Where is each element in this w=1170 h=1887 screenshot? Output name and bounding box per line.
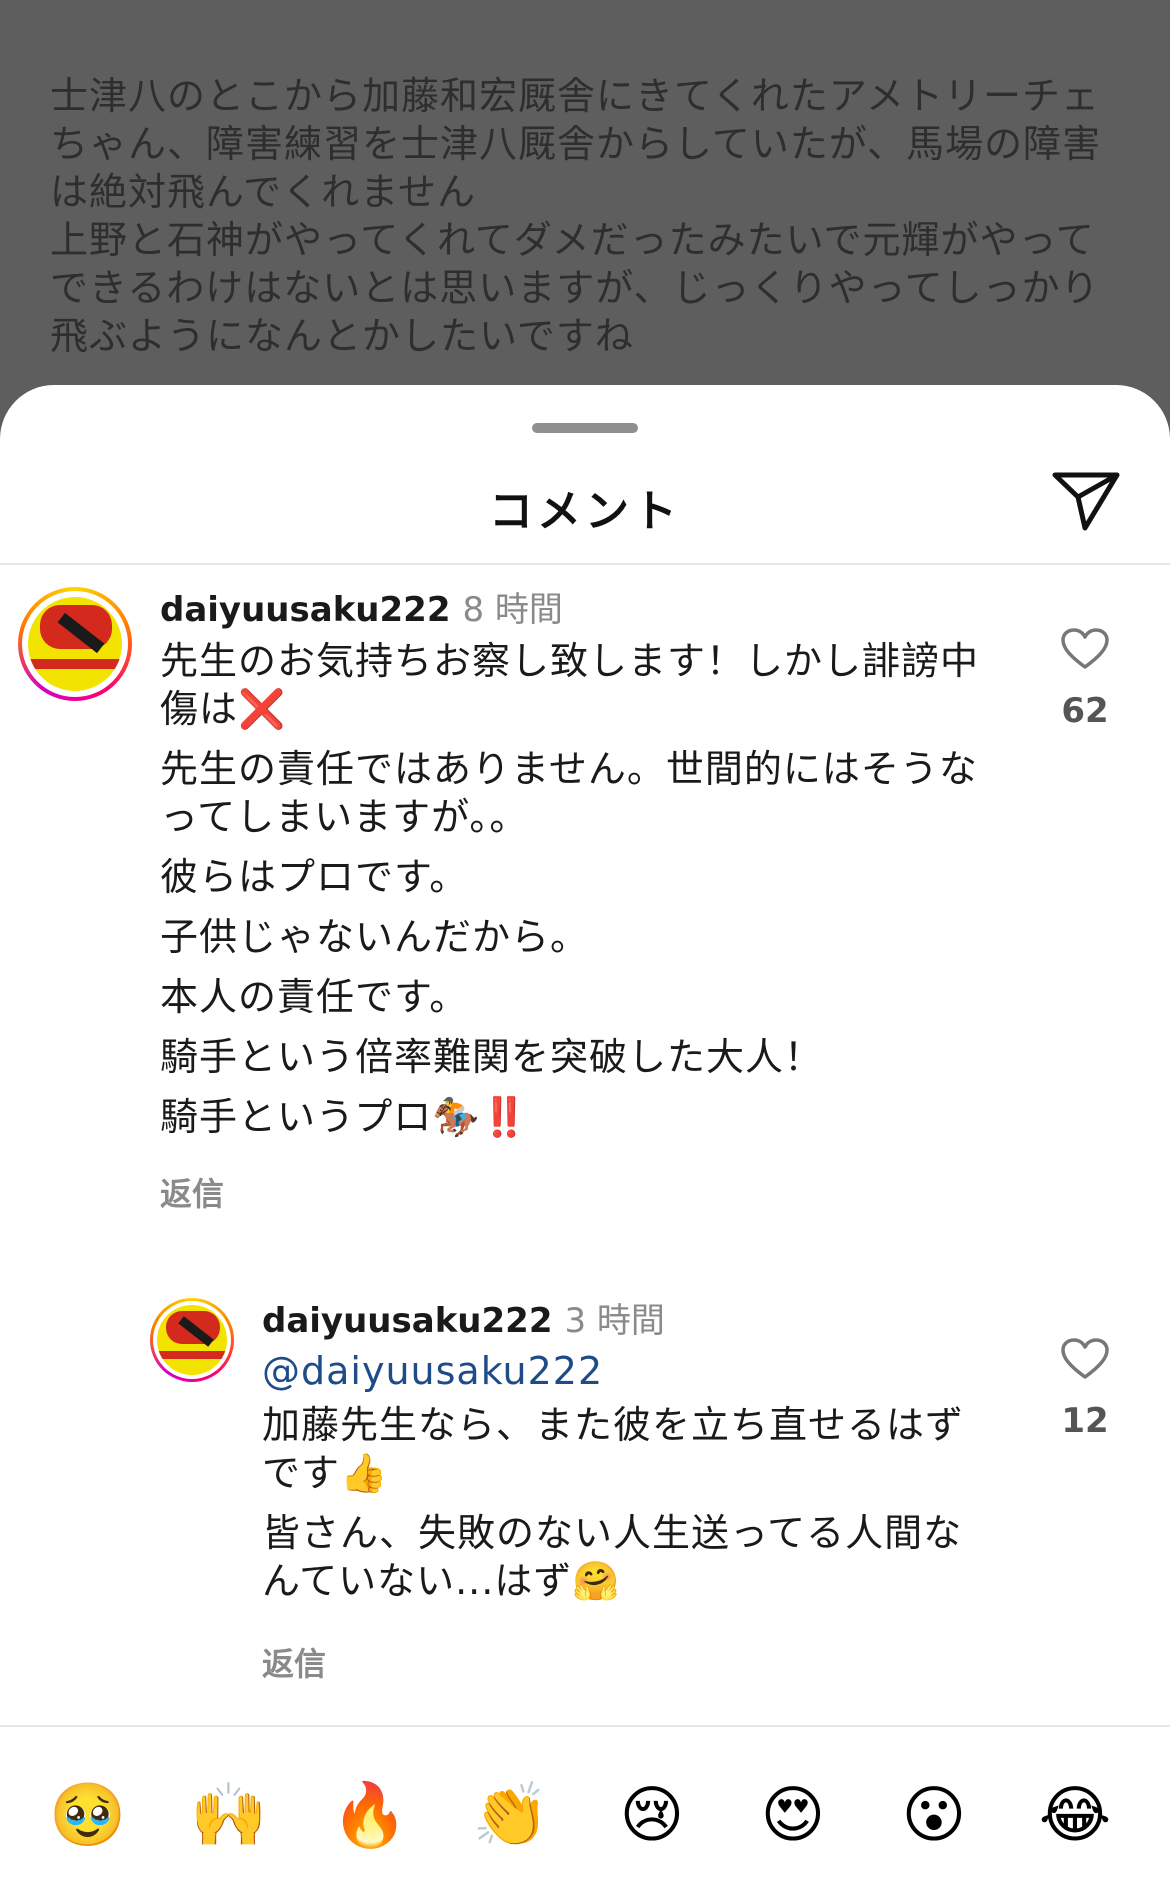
caption-line: は絶対飛んでくれません xyxy=(50,170,476,214)
heart-icon xyxy=(1061,1338,1109,1379)
caption-line: 上野と石神がやってくれてダメだったみたいで元輝がやって xyxy=(50,218,1095,262)
comments-sheet: コメント daiyuusaku222 8 時間 先生のお気持ちお察し致します！しか… xyxy=(0,385,1170,1887)
fire-emoji-button[interactable]: 🔥 xyxy=(328,1773,412,1857)
caption-line: 飛ぶようになんとかしたいですね xyxy=(50,314,634,358)
share-button[interactable] xyxy=(1050,467,1122,533)
like-count: 12 xyxy=(1061,1401,1109,1441)
raising-hands-emoji-button[interactable]: 🙌 xyxy=(187,1773,271,1857)
caption-line: 士津八のとこから加藤和宏厩舎にきてくれたアメトリーチェ xyxy=(50,74,1100,118)
comment-text: 騎手という倍率難関を突破した大人！ xyxy=(160,1035,824,1079)
tears-of-joy-emoji-button[interactable]: 😂 xyxy=(1033,1773,1117,1857)
hugging-face-emoji: 🤗 xyxy=(572,1559,621,1603)
heart-icon xyxy=(1061,628,1109,669)
avatar[interactable] xyxy=(18,587,132,701)
surprised-face-emoji-button[interactable]: 😮 xyxy=(892,1773,976,1857)
cross-emoji: ❌ xyxy=(238,687,287,731)
emoji-bar-divider xyxy=(0,1725,1170,1727)
reply-button[interactable]: 返信 xyxy=(160,1169,224,1215)
comment-text: 先生の責任ではありません。世間的にはそうなってしまいますが。。 xyxy=(160,747,978,839)
comment-meta: daiyuusaku222 3 時間 xyxy=(262,1293,665,1342)
heart-eyes-emoji-button[interactable]: 😍 xyxy=(751,1773,835,1857)
caption-line: できるわけはないとは思いますが、じっくりやってしっかり xyxy=(50,266,1100,310)
comment-text: 本人の責任です。 xyxy=(160,975,469,1019)
comment-body: 先生のお気持ちお察し致します！しかし誹謗中傷は❌ 先生の責任ではありません。世間… xyxy=(160,637,990,1153)
comment-username[interactable]: daiyuusaku222 xyxy=(262,1301,552,1341)
clapping-hands-emoji-button[interactable]: 👏 xyxy=(469,1773,553,1857)
like-button[interactable]: 12 xyxy=(1055,1337,1115,1441)
comment-body: @daiyuusaku222 加藤先生なら、また彼を立ち直せるはずです👍 皆さん… xyxy=(262,1347,990,1617)
background-post-caption: 士津八のとこから加藤和宏厩舎にきてくれたアメトリーチェ ちゃん、障害練習を士津八… xyxy=(50,0,1130,420)
header-divider xyxy=(0,563,1170,565)
comment-text: 騎手というプロ xyxy=(160,1095,433,1139)
pleading-face-emoji-button[interactable]: 🥹 xyxy=(46,1773,130,1857)
comment-text: 子供じゃないんだから。 xyxy=(160,915,590,959)
comment-time: 3 時間 xyxy=(564,1301,665,1341)
reply-button[interactable]: 返信 xyxy=(262,1639,326,1685)
paper-plane-icon xyxy=(1052,472,1120,531)
comment-username[interactable]: daiyuusaku222 xyxy=(160,590,450,630)
comment-text: 彼らはプロです。 xyxy=(160,855,469,899)
sheet-grabber[interactable] xyxy=(532,423,638,433)
avatar[interactable] xyxy=(150,1298,234,1382)
mention-link[interactable]: @daiyuusaku222 xyxy=(262,1349,603,1393)
horse-racing-emoji: 🏇‼️ xyxy=(432,1095,529,1139)
thumbs-up-emoji: 👍 xyxy=(340,1451,389,1495)
caption-line: ちゃん、障害練習を士津八厩舎からしていたが、馬場の障害 xyxy=(50,122,1102,166)
comment-meta: daiyuusaku222 8 時間 xyxy=(160,582,563,631)
comment-time: 8 時間 xyxy=(462,590,563,630)
quick-emoji-bar: 🥹 🙌 🔥 👏 😢 😍 😮 😂 xyxy=(0,1773,1170,1873)
crying-face-emoji-button[interactable]: 😢 xyxy=(610,1773,694,1857)
sheet-title: コメント xyxy=(489,486,681,537)
like-button[interactable]: 62 xyxy=(1055,627,1115,731)
like-count: 62 xyxy=(1061,691,1109,731)
